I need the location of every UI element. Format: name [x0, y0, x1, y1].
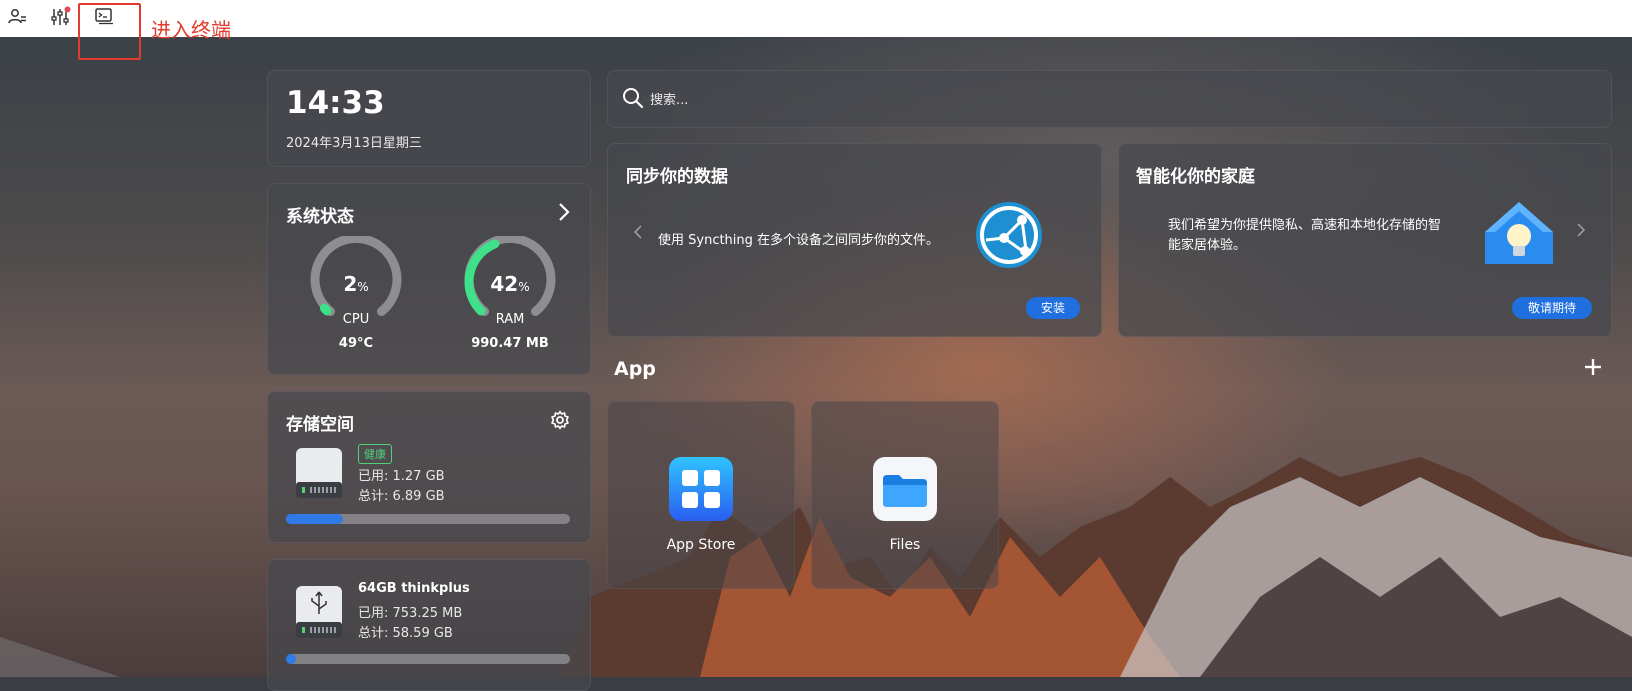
usb-total: 总计: 58.59 GB — [358, 626, 453, 641]
health-badge: 健康 — [358, 444, 392, 464]
folder-icon — [873, 457, 937, 525]
system-status-card: 系统状态 2% CPU 49°C 42% RAM 990.47 MB — [267, 183, 591, 375]
app-label-app-store: App Store — [666, 537, 736, 553]
smart-home-desc-line-1: 我们希望为你提供隐私、高速和本地化存储的智 — [1168, 218, 1442, 233]
storage-title: 存储空间 — [286, 415, 354, 435]
usb-name: 64GB thinkplus — [358, 581, 470, 596]
smart-home-promo-description: 我们希望为你提供隐私、高速和本地化存储的智 能家居体验。 — [1168, 216, 1441, 256]
usb-usage-bar-fill — [286, 654, 296, 664]
annotation-highlight-box — [78, 3, 141, 60]
coming-soon-button[interactable]: 敬请期待 — [1512, 297, 1592, 319]
smart-home-lightbulb-icon — [1483, 198, 1555, 274]
gear-icon[interactable] — [550, 410, 570, 434]
smart-home-promo-card: 智能化你的家庭 我们希望为你提供隐私、高速和本地化存储的智 能家居体验。 敬请期… — [1118, 143, 1612, 337]
annotation-label: 进入终端 — [151, 18, 231, 42]
app-tile-app-store[interactable]: App Store — [607, 401, 795, 589]
disk-usage-bar — [286, 514, 570, 524]
smart-home-desc-line-2: 能家居体验。 — [1168, 238, 1247, 253]
usb-card: 64GB thinkplus 已用: 753.25 MB 总计: 58.59 G… — [267, 559, 591, 691]
clock-date: 2024年3月13日星期三 — [286, 136, 422, 151]
chevron-right-icon[interactable] — [556, 202, 572, 226]
disk-total: 总计: 6.89 GB — [358, 489, 445, 504]
user-list-icon[interactable] — [6, 6, 28, 28]
clock-time: 14:33 — [286, 85, 385, 121]
cpu-temp: 49°C — [338, 336, 374, 351]
ram-usage: 990.47 MB — [471, 336, 549, 351]
clock-card: 14:33 2024年3月13日星期三 — [267, 70, 591, 167]
usb-usage-bar — [286, 654, 570, 664]
app-tile-files[interactable]: Files — [811, 401, 999, 589]
storage-card: 存储空间 健康 已用: 1.27 GB 总计: 6.89 GB — [267, 391, 591, 543]
usb-drive-icon — [294, 584, 344, 644]
search-input[interactable] — [648, 87, 1552, 113]
sync-promo-card: 同步你的数据 使用 Syncthing 在多个设备之间同步你的文件。 安装 — [607, 143, 1102, 337]
apps-section-title: App — [614, 358, 656, 380]
app-store-icon — [669, 457, 733, 525]
search-icon — [622, 87, 644, 113]
hard-drive-icon — [294, 446, 344, 504]
smart-home-promo-title: 智能化你的家庭 — [1136, 167, 1255, 187]
syncthing-logo-icon — [974, 200, 1044, 274]
chevron-right-small-icon[interactable] — [1575, 222, 1587, 242]
sync-install-button[interactable]: 安装 — [1026, 297, 1080, 319]
ram-value: 42% — [490, 272, 530, 296]
sync-promo-title: 同步你的数据 — [626, 167, 728, 187]
settings-sliders-icon[interactable] — [49, 6, 71, 28]
top-bar — [0, 0, 1632, 37]
search-bar[interactable] — [607, 70, 1612, 128]
disk-usage-bar-fill — [286, 514, 343, 524]
chevron-left-icon[interactable] — [632, 224, 644, 244]
ram-label: RAM — [495, 312, 525, 327]
cpu-label: CPU — [342, 312, 370, 327]
app-label-files: Files — [889, 537, 921, 553]
usb-used: 已用: 753.25 MB — [358, 606, 463, 621]
system-status-title: 系统状态 — [286, 207, 354, 227]
sync-promo-description: 使用 Syncthing 在多个设备之间同步你的文件。 — [658, 233, 940, 248]
cpu-value: 2% — [343, 272, 369, 296]
add-app-icon[interactable] — [1583, 357, 1603, 381]
disk-used: 已用: 1.27 GB — [358, 469, 445, 484]
